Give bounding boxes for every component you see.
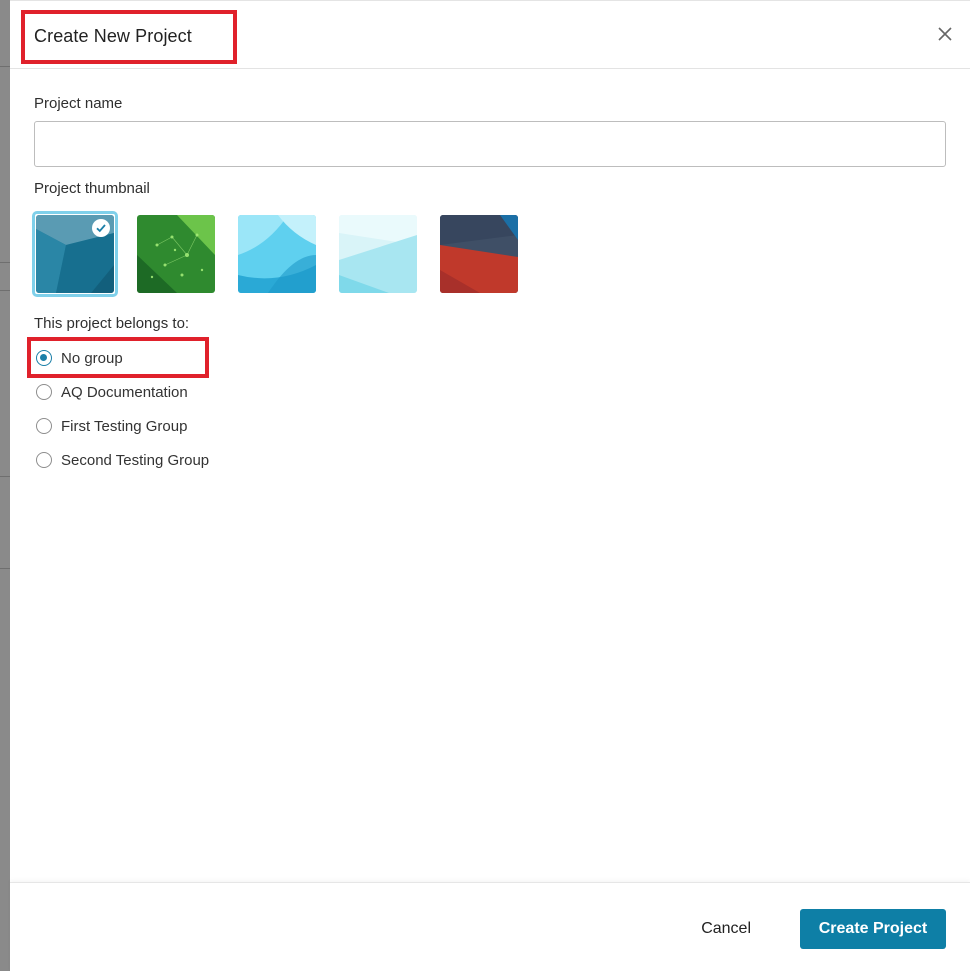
close-icon <box>938 27 952 41</box>
radio-button[interactable] <box>36 452 52 468</box>
background-page-edge <box>0 0 10 971</box>
thumbnail-pale-cyan[interactable] <box>339 215 417 293</box>
radio-aq-documentation[interactable]: AQ Documentation <box>36 380 188 404</box>
radio-label: First Testing Group <box>61 417 188 435</box>
thumbnail-green-circuit[interactable] <box>137 215 215 293</box>
radio-no-group[interactable]: No group <box>36 346 123 370</box>
create-project-button[interactable]: Create Project <box>800 909 946 949</box>
selected-badge <box>92 219 110 237</box>
radio-first-testing-group[interactable]: First Testing Group <box>36 414 187 438</box>
radio-label: AQ Documentation <box>61 383 188 401</box>
close-button[interactable] <box>934 23 956 45</box>
group-section-label: This project belongs to: <box>34 315 190 332</box>
radio-second-testing-group[interactable]: Second Testing Group <box>36 448 209 472</box>
radio-button-checked[interactable] <box>36 350 52 366</box>
radio-button[interactable] <box>36 384 52 400</box>
dialog-footer: Cancel Create Project <box>10 882 970 972</box>
check-icon <box>96 224 106 233</box>
project-thumbnail-label: Project thumbnail <box>34 180 150 197</box>
radio-label: Second Testing Group <box>61 451 210 469</box>
thumbnail-teal-polygon[interactable] <box>36 215 114 293</box>
thumbnail-light-blue-waves[interactable] <box>238 215 316 293</box>
radio-button[interactable] <box>36 418 52 434</box>
dialog-title: Create New Project <box>34 26 192 46</box>
thumbnail-red-slate[interactable] <box>440 215 518 293</box>
radio-label: No group <box>61 349 123 367</box>
dialog-header: Create New Project <box>10 1 970 69</box>
project-name-input[interactable] <box>34 121 946 167</box>
cancel-button[interactable]: Cancel <box>687 909 765 949</box>
project-name-label: Project name <box>34 95 123 112</box>
create-project-dialog: Create New Project Project name Project … <box>10 0 970 971</box>
